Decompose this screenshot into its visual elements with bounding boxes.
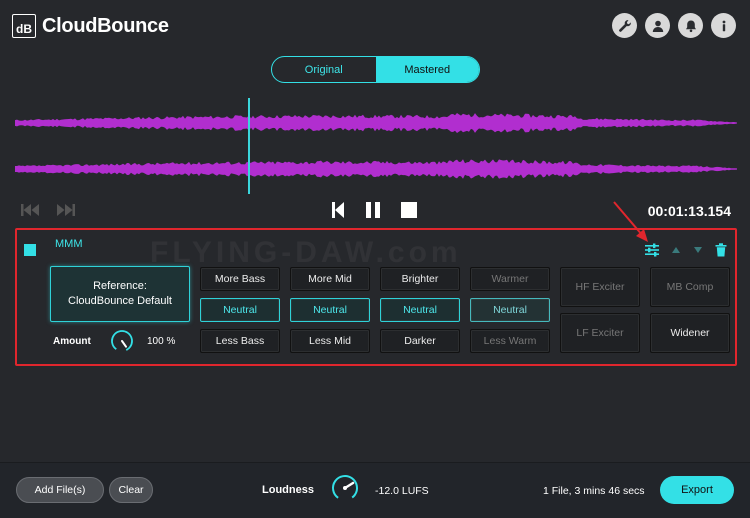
playhead[interactable] [248, 98, 250, 194]
waveform-channel-right [15, 159, 737, 179]
amount-value: 100 % [147, 336, 176, 347]
hf-exciter-button[interactable]: HF Exciter [560, 267, 640, 307]
loudness-knob[interactable] [331, 474, 359, 502]
info-icon[interactable] [711, 13, 736, 38]
user-icon[interactable] [645, 13, 670, 38]
less-warm-button[interactable]: Less Warm [470, 329, 550, 353]
waveform-channel-left [15, 113, 737, 133]
brightness-neutral-button[interactable]: Neutral [380, 298, 460, 322]
app-name: CloudBounce [42, 14, 169, 37]
waveform-display[interactable] [0, 96, 750, 196]
logo-mark: dB [12, 14, 36, 38]
bass-neutral-button[interactable]: Neutral [200, 298, 280, 322]
track-tools [645, 243, 727, 257]
mb-comp-button[interactable]: MB Comp [650, 267, 730, 307]
add-files-button[interactable]: Add File(s) [16, 477, 104, 503]
lf-exciter-button[interactable]: LF Exciter [560, 313, 640, 353]
amount-knob[interactable] [110, 329, 134, 353]
warmth-neutral-button[interactable]: Neutral [470, 298, 550, 322]
move-down-icon[interactable] [693, 246, 703, 254]
widener-button[interactable]: Widener [650, 313, 730, 353]
rewind-icon[interactable] [20, 202, 42, 218]
trash-icon[interactable] [715, 243, 727, 257]
darker-button[interactable]: Darker [380, 329, 460, 353]
toggle-mastered[interactable]: Mastered [375, 57, 479, 82]
clear-button[interactable]: Clear [109, 477, 153, 503]
track-name: MMM [55, 238, 83, 250]
track-select-checkbox[interactable] [24, 244, 36, 256]
more-mid-button[interactable]: More Mid [290, 267, 370, 291]
timecode: 00:01:13.154 [647, 203, 731, 219]
sliders-icon[interactable] [645, 243, 659, 257]
file-info: 1 File, 3 mins 46 secs [543, 485, 645, 497]
toggle-original[interactable]: Original [272, 57, 376, 82]
wrench-icon[interactable] [612, 13, 637, 38]
app-logo: dB CloudBounce [12, 14, 169, 38]
amount-label: Amount [53, 336, 91, 347]
mid-neutral-button[interactable]: Neutral [290, 298, 370, 322]
header-icons [612, 13, 736, 38]
less-mid-button[interactable]: Less Mid [290, 329, 370, 353]
reference-label: Reference: [93, 280, 147, 292]
original-mastered-toggle: Original Mastered [271, 56, 480, 83]
reference-preset: CloudBounce Default [68, 295, 172, 307]
fast-forward-icon[interactable] [54, 202, 76, 218]
more-bass-button[interactable]: More Bass [200, 267, 280, 291]
skip-to-start-icon[interactable] [330, 201, 346, 219]
stop-icon[interactable] [400, 201, 418, 219]
warmer-button[interactable]: Warmer [470, 267, 550, 291]
transport-skip-controls [20, 202, 76, 218]
loudness-value: -12.0 LUFS [375, 485, 429, 497]
loudness-label: Loudness [262, 484, 314, 496]
pause-icon[interactable] [364, 201, 382, 219]
brighter-button[interactable]: Brighter [380, 267, 460, 291]
transport-play-controls [330, 201, 418, 219]
bell-icon[interactable] [678, 13, 703, 38]
reference-button[interactable]: Reference: CloudBounce Default [50, 266, 190, 322]
watermark: FLYING-DAW.com [150, 236, 462, 269]
less-bass-button[interactable]: Less Bass [200, 329, 280, 353]
move-up-icon[interactable] [671, 246, 681, 254]
export-button[interactable]: Export [660, 476, 734, 504]
